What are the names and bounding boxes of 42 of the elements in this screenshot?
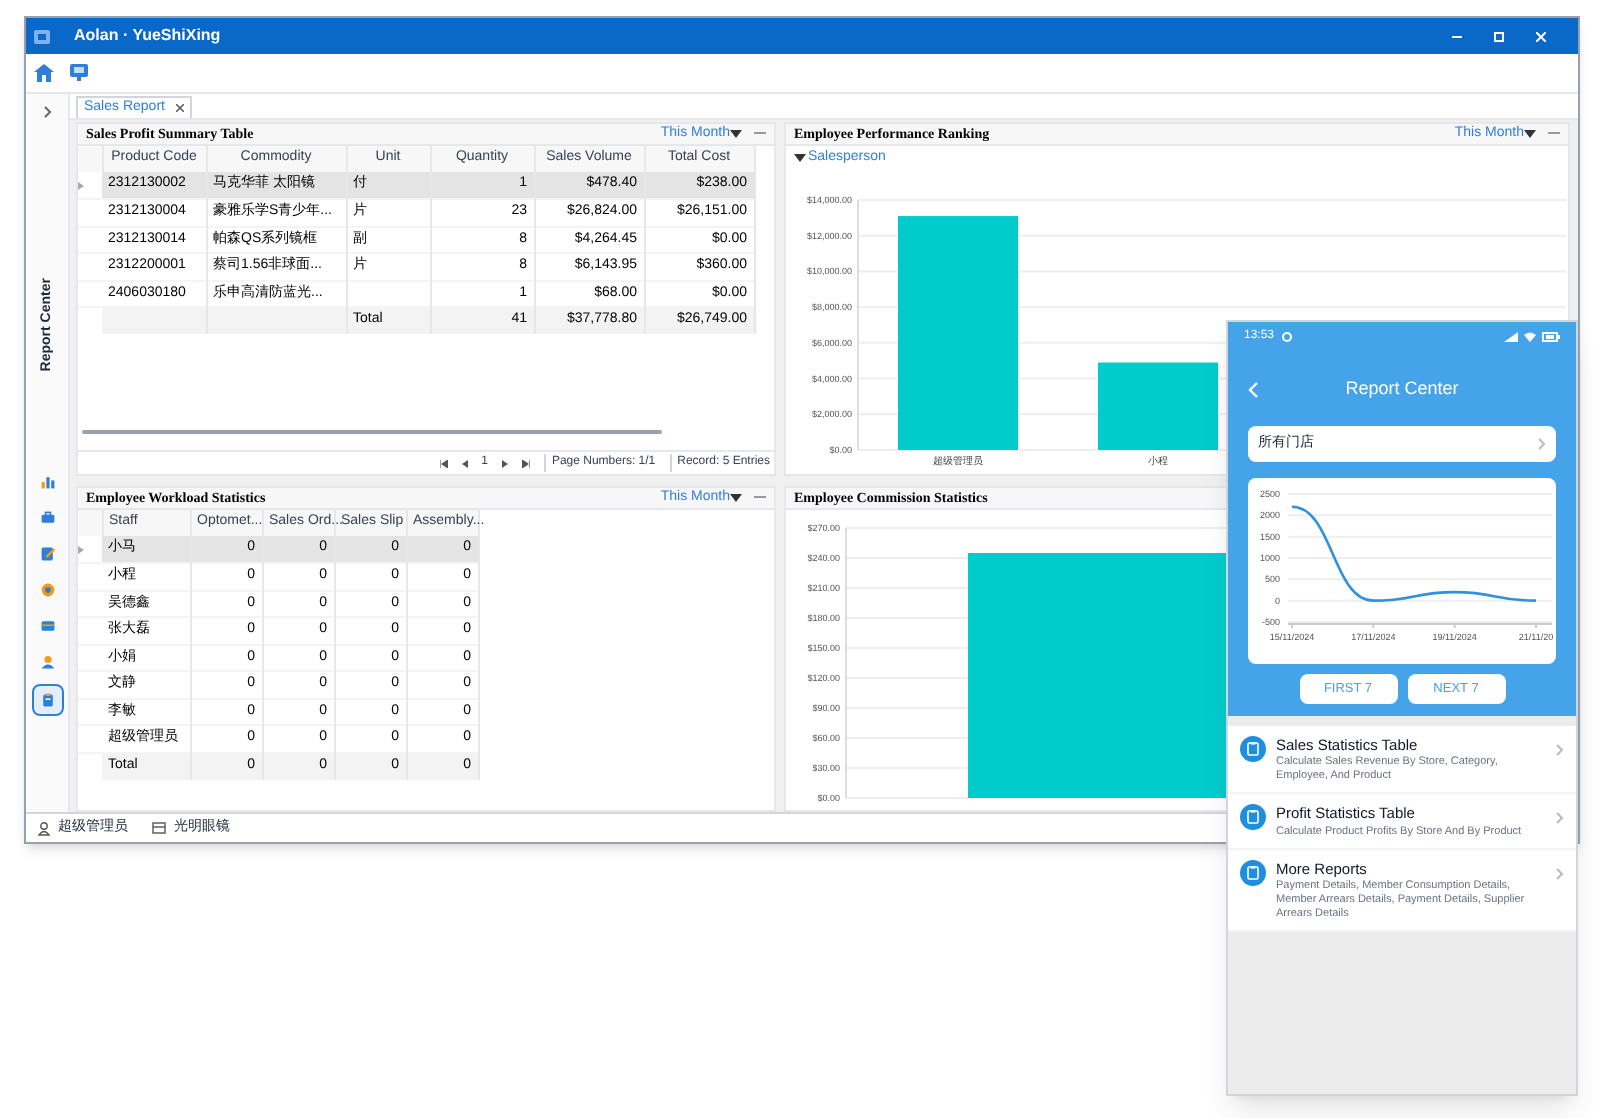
- user-icon: [38, 821, 50, 835]
- maximize-icon[interactable]: [1494, 31, 1504, 41]
- monitor-icon[interactable]: [70, 64, 88, 82]
- wifi-icon: [1524, 331, 1536, 341]
- briefcase-icon: [39, 509, 55, 526]
- chevron-right-icon: [1538, 438, 1546, 450]
- bar: [1098, 361, 1218, 449]
- edit-icon: [39, 545, 55, 562]
- nav-button[interactable]: [31, 683, 63, 716]
- app-icon: [34, 29, 50, 43]
- row-indicator-icon: [78, 181, 84, 189]
- battery-icon: [1542, 331, 1560, 341]
- clipboard-icon: [1240, 736, 1266, 762]
- box-icon: [39, 617, 55, 634]
- gear-icon: [39, 581, 55, 598]
- caret-icon: [730, 494, 742, 502]
- caret-icon: [730, 130, 742, 138]
- screen-title: Report Center: [1345, 376, 1459, 403]
- store-icon: [152, 822, 166, 834]
- chevron-right-icon: [1556, 744, 1564, 756]
- caret-icon: [794, 154, 806, 163]
- first-page-icon[interactable]: [439, 459, 448, 467]
- user-icon: [39, 653, 55, 670]
- minimize-icon[interactable]: [1452, 35, 1462, 37]
- signal-icon: [1504, 331, 1518, 341]
- caret-icon: [1524, 130, 1536, 138]
- bar-chart-icon: [39, 473, 55, 490]
- last-page-icon[interactable]: [521, 459, 530, 467]
- clipboard-icon: [1240, 859, 1266, 885]
- previous-page-icon[interactable]: [461, 459, 468, 467]
- clipboard-icon: [39, 691, 55, 708]
- back-icon[interactable]: [1248, 382, 1258, 398]
- sync-icon: [1282, 331, 1293, 341]
- home-icon[interactable]: [34, 64, 54, 82]
- expand-icon[interactable]: [43, 106, 51, 118]
- next-page-icon[interactable]: [501, 459, 508, 467]
- chevron-right-icon: [1556, 867, 1564, 879]
- close-icon[interactable]: [176, 104, 185, 112]
- row-indicator-icon: [78, 545, 84, 553]
- clipboard-icon: [1240, 804, 1266, 831]
- chevron-right-icon: [1556, 812, 1564, 825]
- window-title: Aolan · YueShiXing: [74, 24, 221, 48]
